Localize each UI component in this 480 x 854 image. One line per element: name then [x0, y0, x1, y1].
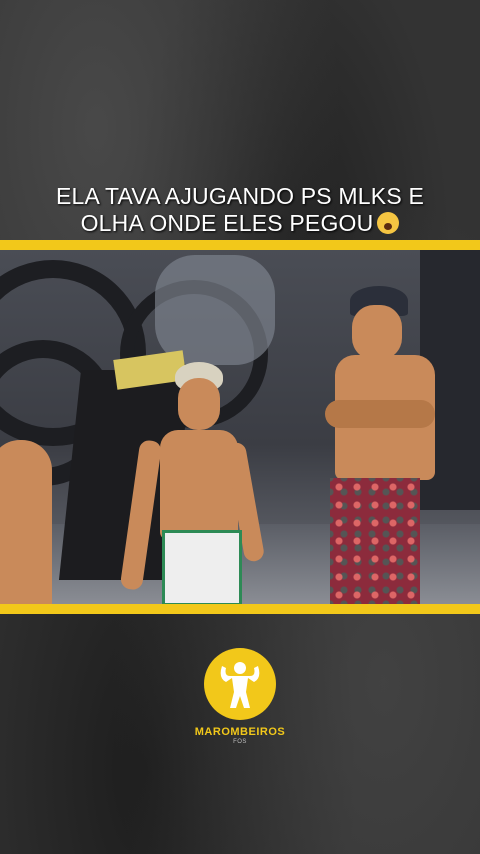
boy-2-shorts	[330, 478, 420, 604]
bottom-accent-bar	[0, 604, 480, 614]
video-frame[interactable]	[0, 250, 480, 604]
boy-2-head	[352, 305, 402, 360]
screaming-face-emoji-icon	[377, 212, 400, 234]
brand-logo: MAROMBEIROS FOS	[0, 648, 480, 745]
caption-line-2: OLHA ONDE ELES PEGOU	[80, 210, 374, 236]
bodybuilder-silhouette-icon	[204, 648, 276, 720]
wall-graffiti	[155, 255, 275, 365]
brand-subtitle: FOS	[233, 739, 247, 745]
boy-1-shorts	[162, 530, 242, 604]
boy-2-crossed-arms	[325, 400, 435, 428]
boy-1-torso	[160, 430, 238, 540]
top-accent-bar	[0, 240, 480, 250]
video-caption: ELA TAVA AJUGANDO PS MLKS E OLHA ONDE EL…	[0, 183, 480, 237]
boy-1-head	[178, 378, 220, 430]
brand-name: MAROMBEIROS	[194, 726, 286, 738]
caption-line-2-wrap: OLHA ONDE ELES PEGOU	[0, 210, 480, 237]
caption-line-1: ELA TAVA AJUGANDO PS MLKS E	[56, 183, 424, 209]
person-left-partial	[0, 440, 52, 604]
